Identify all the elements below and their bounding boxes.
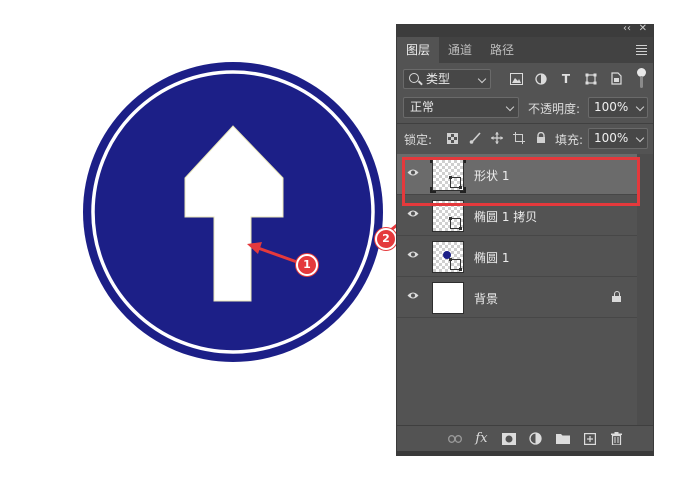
- tab-channels[interactable]: 通道: [439, 37, 481, 63]
- panel-footer: fx: [397, 425, 653, 451]
- fill-input[interactable]: 100%: [588, 128, 648, 149]
- fill-label: 填充:: [555, 133, 584, 147]
- selected-layer-highlight: [402, 157, 640, 206]
- new-layer-icon[interactable]: [582, 431, 597, 446]
- panel-title-bar: ‹‹ ✕: [397, 23, 653, 37]
- type-filter-icon[interactable]: T: [559, 72, 573, 86]
- folder-icon[interactable]: [555, 431, 570, 446]
- shape-filter-icon[interactable]: [584, 72, 598, 85]
- adjustment-icon[interactable]: [528, 431, 543, 446]
- mask-icon[interactable]: [501, 431, 516, 446]
- layer-name: 椭圆 1 拷贝: [474, 210, 538, 224]
- blend-mode-value: 正常: [410, 100, 435, 114]
- layer-row-background[interactable]: 背景: [397, 277, 637, 318]
- fx-icon[interactable]: fx: [474, 431, 489, 446]
- shape-layer-icon: [449, 217, 462, 230]
- panel-tabs: 图层 通道 路径: [397, 37, 653, 63]
- lock-label: 锁定:: [404, 133, 433, 147]
- panel-menu-icon[interactable]: [636, 45, 647, 57]
- callout-badge-1: 1: [296, 254, 318, 276]
- layer-thumbnail: [432, 241, 464, 273]
- layer-name: 背景: [474, 292, 499, 306]
- lock-artboard-icon[interactable]: [512, 131, 525, 145]
- trash-icon[interactable]: [609, 431, 624, 446]
- lock-icon: [612, 291, 621, 302]
- filter-kind-label: 类型: [426, 72, 451, 86]
- shape-layer-icon: [449, 258, 462, 271]
- link-icon[interactable]: [447, 431, 462, 446]
- chevron-down-icon: [505, 102, 515, 112]
- chevron-down-icon: [635, 102, 645, 112]
- lock-transparent-pixels-icon[interactable]: [446, 131, 459, 145]
- layers-panel: ‹‹ ✕ 图层 通道 路径 类型 T 正常 不透明度: 100% 锁定: 填充:…: [396, 23, 654, 452]
- filter-toggle[interactable]: [637, 68, 646, 88]
- chevron-down-icon: [477, 74, 487, 84]
- tab-layers[interactable]: 图层: [397, 37, 440, 63]
- opacity-label: 不透明度:: [528, 102, 581, 116]
- fill-value: 100%: [594, 131, 629, 145]
- eye-icon[interactable]: [407, 250, 419, 259]
- close-panel-icon[interactable]: ✕: [639, 23, 647, 34]
- eye-icon[interactable]: [407, 209, 419, 218]
- layer-name: 椭圆 1: [474, 251, 510, 265]
- tab-paths[interactable]: 路径: [481, 37, 523, 63]
- collapse-panel-icon[interactable]: ‹‹: [623, 23, 631, 34]
- layer-thumbnail: [432, 282, 464, 314]
- lock-position-icon[interactable]: [490, 131, 503, 145]
- callout-badge-2: 2: [375, 228, 397, 250]
- panel-bottom-edge: [396, 452, 654, 456]
- opacity-input[interactable]: 100%: [588, 97, 648, 118]
- blend-row: 正常 不透明度: 100%: [397, 93, 653, 123]
- blend-mode-select[interactable]: 正常: [403, 97, 519, 118]
- layer-filter-row: 类型 T: [397, 63, 653, 93]
- search-icon: [409, 73, 419, 83]
- smart-object-filter-icon[interactable]: [609, 72, 623, 85]
- opacity-value: 100%: [594, 100, 629, 114]
- lock-image-pixels-icon[interactable]: [468, 131, 481, 145]
- pixel-filter-icon[interactable]: [509, 72, 523, 85]
- lock-row: 锁定: 填充: 100%: [397, 124, 653, 154]
- layer-row-ellipse-1[interactable]: 椭圆 1: [397, 236, 637, 277]
- filter-kind-select[interactable]: 类型: [403, 69, 491, 89]
- chevron-down-icon: [635, 133, 645, 143]
- adjustment-filter-icon[interactable]: [534, 72, 548, 85]
- road-sign: [83, 62, 383, 362]
- lock-all-icon[interactable]: [534, 131, 547, 145]
- eye-icon[interactable]: [407, 291, 419, 300]
